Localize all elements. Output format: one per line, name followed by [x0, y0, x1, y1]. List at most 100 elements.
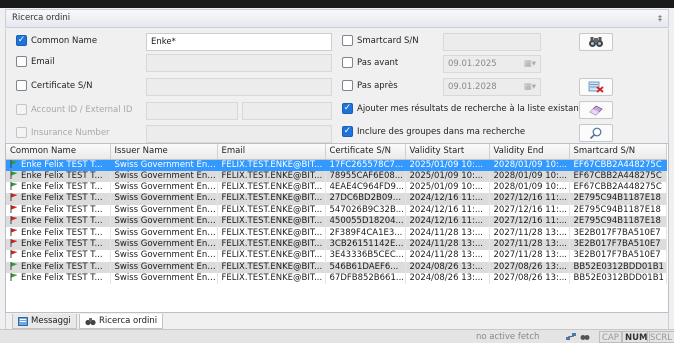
smartcard-sn-input[interactable] [443, 33, 541, 51]
table-row[interactable]: Enke Felix TEST T... Swiss Government Enh… [6, 227, 667, 239]
common-name-value: Enke Felix TEST T... [21, 216, 103, 227]
table-cell: EF67CBB2A448275C [569, 159, 667, 171]
column-header[interactable]: Common Name [6, 144, 111, 160]
common-name-checkbox[interactable]: ✓ Common Name [16, 35, 97, 46]
table-cell: Enke Felix TEST T... [6, 250, 111, 262]
pas-avant-date: 09.01.2025 [448, 59, 497, 69]
results-grid[interactable]: Common Name Issuer Name Email Certificate S… [5, 143, 669, 313]
pas-avant-date-picker[interactable]: 09.01.2025 ▦▾ [443, 55, 541, 73]
table-row[interactable]: Enke Felix TEST T... Swiss Government Enh… [6, 261, 667, 274]
account-id-checkbox[interactable]: Account ID / External ID [16, 104, 132, 115]
column-header[interactable]: Email [217, 144, 326, 160]
table-cell: FELIX.TEST.ENKE@BIT... [217, 193, 326, 205]
table-cell: FELIX.TEST.ENKE@BIT... [217, 170, 326, 182]
pas-apres-label: Pas après [357, 80, 398, 91]
table-cell: Enke Felix TEST T... [6, 170, 111, 182]
table-cell: 27DC6BD2B098... [325, 193, 406, 205]
table-cell: Swiss Government Enh... [110, 181, 218, 194]
table-cell: Swiss Government Enh... [110, 238, 218, 251]
table-cell: 2E795C94B1187E18 [569, 216, 667, 228]
table-cell: Enke Felix TEST T... [6, 227, 111, 239]
table-cell: FELIX.TEST.ENKE@BIT... [217, 159, 326, 171]
smartcard-sn-checkbox[interactable]: Smartcard S/N [342, 35, 419, 46]
column-header[interactable]: Smartcard S/N [569, 144, 667, 160]
include-groups-label: Inclure des groupes dans ma recherche [357, 126, 526, 137]
table-row[interactable]: Enke Felix TEST T... Swiss Government Enh… [6, 193, 667, 205]
pas-apres-date-picker[interactable]: 09.01.2028 ▦▾ [443, 78, 541, 96]
checkmark-icon: ✓ [342, 126, 353, 137]
table-row[interactable]: Enke Felix TEST T... Swiss Government Enh… [6, 170, 667, 182]
append-results-checkbox[interactable]: ✓ Ajouter mes résultats de recherche à l… [342, 103, 587, 114]
certificate-sn-checkbox[interactable]: Certificate S/N [16, 80, 92, 91]
account-id-input[interactable] [146, 102, 238, 120]
pas-apres-checkbox[interactable]: Pas après [342, 80, 398, 91]
table-cell: 2024/11/28 13:... [405, 238, 490, 251]
pas-avant-checkbox[interactable]: Pas avant [342, 57, 398, 68]
table-row[interactable]: Enke Felix TEST T... Swiss Government Enh… [6, 204, 667, 217]
table-cell: 450055D18204... [325, 216, 406, 228]
table-cell: 2024/11/28 13:... [405, 227, 490, 239]
column-header[interactable]: Certificate S/N [325, 144, 406, 160]
column-header[interactable]: Validity End [489, 144, 570, 160]
table-row[interactable]: Enke Felix TEST T... Swiss Government Enh… [6, 159, 667, 171]
email-input[interactable] [146, 54, 332, 72]
table-cell: BB52E0312BDD01B1 [569, 273, 667, 285]
table-cell: 2F389F4CA1E3... [325, 227, 406, 239]
magnifier-button[interactable] [579, 124, 613, 142]
tab-ricerca-ordini-label: Ricerca ordini [99, 316, 158, 326]
common-name-label: Common Name [31, 35, 98, 46]
certificate-sn-input[interactable] [146, 78, 332, 96]
email-checkbox[interactable]: Email [16, 56, 55, 67]
table-row[interactable]: Enke Felix TEST T... Swiss Government Enh… [6, 216, 667, 228]
table-header-row: Common Name Issuer Name Email Certificate S… [6, 144, 667, 160]
binoculars-icon [580, 335, 590, 340]
bottom-tab-bar: Messaggi Ricerca ordini [5, 313, 669, 329]
green-flag-icon [10, 182, 18, 191]
certificate-sn-label: Certificate S/N [31, 80, 93, 91]
table-row[interactable]: Enke Felix TEST T... Swiss Government Enh… [6, 238, 667, 251]
table-cell: 2025/01/09 10:... [405, 181, 490, 194]
table-row[interactable]: Enke Felix TEST T... Swiss Government Enh… [6, 250, 667, 262]
column-header[interactable]: Validity Start [405, 144, 490, 160]
table-row[interactable]: Enke Felix TEST T... Swiss Government Enh… [6, 181, 667, 194]
table-cell: FELIX.TEST.ENKE@BIT... [217, 273, 326, 285]
table-cell: FELIX.TEST.ENKE@BIT... [217, 181, 326, 194]
table-cell: 3E2B017F7BA510E7 [569, 238, 667, 251]
title-bar [0, 0, 674, 8]
tab-ricerca-ordini[interactable]: Ricerca ordini [79, 314, 164, 329]
clear-list-icon [588, 81, 604, 93]
column-header[interactable]: Issuer Name [110, 144, 218, 160]
insurance-number-checkbox[interactable]: Insurance Number [16, 127, 110, 138]
table-cell: Enke Felix TEST T... [6, 159, 111, 171]
table-cell: 2028/01/09 10:... [489, 159, 570, 171]
include-groups-checkbox[interactable]: ✓ Inclure des groupes dans ma recherche [342, 126, 525, 137]
external-id-input[interactable] [242, 102, 332, 120]
red-flag-icon [10, 239, 18, 248]
pin-icon[interactable]: ‡ [658, 10, 662, 27]
table-cell: Enke Felix TEST T... [6, 181, 111, 194]
table-cell: Enke Felix TEST T... [6, 261, 111, 274]
green-flag-icon [10, 170, 18, 179]
table-cell: Swiss Government Enh... [110, 250, 218, 262]
clear-results-button[interactable] [579, 78, 613, 96]
tab-messaggi[interactable]: Messaggi [12, 314, 77, 329]
common-name-value: Enke Felix TEST T... [21, 204, 103, 215]
table-cell: 2028/01/09 10:... [489, 181, 570, 194]
table-cell: 3E2B017F7BA510E7 [569, 227, 667, 239]
common-name-input[interactable]: Enke* [146, 33, 332, 51]
pas-avant-label: Pas avant [357, 57, 399, 68]
table-cell: 2027/12/16 11:... [489, 216, 570, 228]
green-flag-icon [10, 273, 18, 282]
insurance-number-input[interactable] [146, 125, 332, 143]
eraser-button[interactable] [579, 101, 613, 119]
common-name-value: Enke Felix TEST T... [21, 159, 103, 170]
table-cell: 2025/01/09 10:... [405, 159, 490, 171]
calendar-dropdown-icon[interactable]: ▦▾ [524, 79, 536, 95]
calendar-dropdown-icon[interactable]: ▦▾ [524, 56, 536, 72]
binoculars-icon [589, 37, 603, 47]
table-cell: 2E795C94B1187E18 [569, 204, 667, 217]
search-button[interactable] [579, 33, 613, 51]
table-cell: 67DFB852B661... [325, 273, 406, 285]
table-row[interactable]: Enke Felix TEST T... Swiss Government Enh… [6, 273, 667, 285]
table-cell: Enke Felix TEST T... [6, 273, 111, 285]
